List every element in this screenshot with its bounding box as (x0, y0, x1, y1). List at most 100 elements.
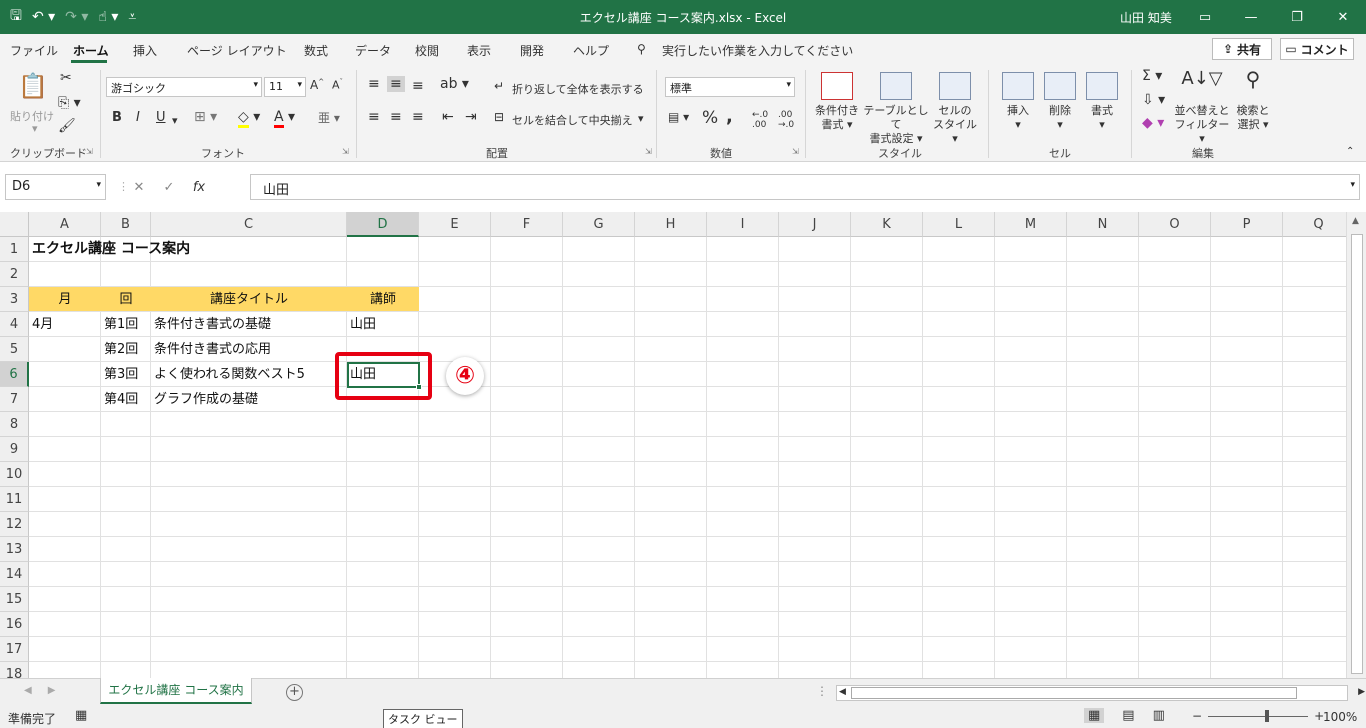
horizontal-scroll-thumb[interactable] (851, 687, 1297, 699)
column-header-m[interactable]: M (995, 212, 1067, 237)
cell-b6[interactable]: 第3回 (101, 362, 141, 387)
row-header-15[interactable]: 15 (0, 587, 29, 612)
tab-home[interactable]: ホーム (73, 42, 109, 59)
font-name-combo[interactable]: 游ゴシック ▾ (106, 77, 262, 97)
autosum-icon[interactable]: Σ ▾ (1142, 68, 1162, 84)
zoom-slider[interactable] (1208, 709, 1309, 722)
row-header-5[interactable]: 5 (0, 337, 29, 362)
paste-icon[interactable]: 📋 (18, 72, 48, 100)
format-as-table-button[interactable]: テーブルとして 書式設定 ▾ (862, 72, 930, 146)
cell-c3[interactable]: 講座タイトル (151, 287, 347, 312)
row-header-16[interactable]: 16 (0, 612, 29, 637)
row-header-9[interactable]: 9 (0, 437, 29, 462)
comma-button[interactable]: , (726, 106, 733, 127)
alignment-launcher-icon[interactable]: ⇲ (645, 147, 652, 156)
zoom-knob[interactable] (1265, 709, 1270, 722)
page-layout-view-icon[interactable]: ▤ (1122, 708, 1134, 723)
shrink-font-icon[interactable]: Aˇ (332, 78, 343, 92)
vertical-scrollbar[interactable]: ▲ (1346, 212, 1366, 678)
next-sheet-icon[interactable]: ▶ (48, 685, 56, 696)
column-header-g[interactable]: G (563, 212, 635, 237)
cell-b4[interactable]: 第1回 (101, 312, 141, 337)
formula-input[interactable]: 山田 ▾ (250, 174, 1360, 200)
share-button[interactable]: ⇪ 共有 (1212, 38, 1272, 60)
row-header-10[interactable]: 10 (0, 462, 29, 487)
row-header-18[interactable]: 18 (0, 662, 29, 678)
tab-page-layout[interactable]: ページ レイアウト (187, 42, 287, 59)
column-header-a[interactable]: A (29, 212, 101, 237)
tab-help[interactable]: ヘルプ (573, 42, 609, 59)
fill-icon[interactable]: ⇩ ▾ (1142, 92, 1165, 108)
wrap-text-icon[interactable]: ↵ (494, 79, 504, 93)
underline-dropdown-icon[interactable]: ▾ (172, 114, 178, 127)
row-header-11[interactable]: 11 (0, 487, 29, 512)
comment-button[interactable]: ▭ コメント (1280, 38, 1354, 60)
normal-view-icon[interactable]: ▦ (1084, 708, 1105, 723)
tab-developer[interactable]: 開発 (520, 42, 544, 59)
wrap-text-button[interactable]: 折り返して全体を表示する (512, 81, 644, 97)
prev-sheet-icon[interactable]: ◀ (24, 685, 32, 696)
split-handle-icon[interactable]: ⋮ (816, 684, 828, 698)
column-header-n[interactable]: N (1067, 212, 1139, 237)
bold-button[interactable]: B (112, 110, 122, 125)
copy-icon[interactable]: ⎘ ▾ (58, 95, 81, 111)
add-sheet-icon[interactable]: + (286, 684, 303, 701)
align-left-icon[interactable]: ≡ (368, 109, 380, 125)
increase-indent-icon[interactable]: ⇥ (465, 109, 477, 125)
find-select-button[interactable]: ⚲ 検索と 選択 ▾ (1230, 69, 1276, 132)
row-header-1[interactable]: 1 (0, 237, 29, 262)
conditional-formatting-button[interactable]: 条件付き 書式 ▾ (810, 72, 864, 132)
align-center-icon[interactable]: ≡ (390, 109, 402, 125)
align-middle-icon[interactable]: ≡ (387, 76, 405, 92)
worksheet-grid[interactable]: A B C D E F G H I J K L M N O P Q 1 2 3 4 5 6 7 8 9 10 11 12 13 14 15 16… (0, 212, 1346, 678)
close-icon[interactable]: ✕ (1320, 0, 1366, 34)
cell-a4[interactable]: 4月 (29, 312, 56, 337)
minimize-icon[interactable]: — (1228, 0, 1274, 34)
row-header-8[interactable]: 8 (0, 412, 29, 437)
tell-me-box[interactable]: 実行したい作業を入力してください (662, 42, 853, 59)
insert-function-icon[interactable]: fx (184, 180, 214, 195)
clear-icon[interactable]: ◆ ▾ (1142, 115, 1164, 131)
scroll-right-icon[interactable]: ▶ (1358, 687, 1365, 697)
merge-dropdown-icon[interactable]: ▾ (638, 112, 644, 125)
decrease-decimal-icon[interactable]: .00 →.0 (778, 110, 794, 130)
vertical-scroll-thumb[interactable] (1351, 234, 1363, 674)
enter-icon[interactable]: ✓ (154, 180, 184, 195)
align-top-icon[interactable]: ≡ (368, 76, 380, 92)
orientation-icon[interactable]: ab ▾ (440, 76, 469, 92)
align-right-icon[interactable]: ≡ (412, 109, 424, 125)
select-all-corner[interactable] (0, 212, 29, 237)
phonetic-icon[interactable]: 亜 ▾ (318, 109, 340, 126)
column-header-b[interactable]: B (101, 212, 151, 237)
row-header-6[interactable]: 6 (0, 362, 29, 387)
tab-insert[interactable]: 挿入 (133, 42, 157, 59)
percent-button[interactable]: % (702, 108, 718, 128)
align-bottom-icon[interactable]: ≡ (412, 78, 424, 94)
column-header-j[interactable]: J (779, 212, 851, 237)
column-header-o[interactable]: O (1139, 212, 1211, 237)
cell-b3[interactable]: 回 (101, 287, 151, 312)
cell-a1[interactable]: エクセル講座 コース案内 (29, 237, 193, 262)
tab-data[interactable]: データ (355, 42, 391, 59)
cell-c4[interactable]: 条件付き書式の基礎 (151, 312, 274, 337)
column-header-c[interactable]: C (151, 212, 347, 237)
user-name[interactable]: 山田 知美 (1120, 9, 1172, 26)
column-header-l[interactable]: L (923, 212, 995, 237)
column-header-k[interactable]: K (851, 212, 923, 237)
font-color-icon[interactable]: A ▾ (274, 109, 295, 128)
cell-c5[interactable]: 条件付き書式の応用 (151, 337, 274, 362)
column-header-d[interactable]: D (347, 212, 419, 237)
insert-cells-button[interactable]: 挿入 ▾ (998, 72, 1038, 132)
format-cells-button[interactable]: 書式 ▾ (1082, 72, 1122, 132)
row-header-3[interactable]: 3 (0, 287, 29, 312)
row-header-7[interactable]: 7 (0, 387, 29, 412)
row-header-17[interactable]: 17 (0, 637, 29, 662)
increase-decimal-icon[interactable]: ←.0.00 (752, 110, 768, 130)
underline-button[interactable]: U (156, 110, 166, 125)
page-break-view-icon[interactable]: ▥ (1153, 708, 1165, 723)
delete-cells-button[interactable]: 削除 ▾ (1040, 72, 1080, 132)
zoom-percent[interactable]: 100% (1323, 710, 1357, 724)
sheet-tab[interactable]: エクセル講座 コース案内 (100, 678, 252, 704)
cut-icon[interactable]: ✂ (60, 70, 72, 86)
cell-d3[interactable]: 講師 (347, 287, 419, 312)
